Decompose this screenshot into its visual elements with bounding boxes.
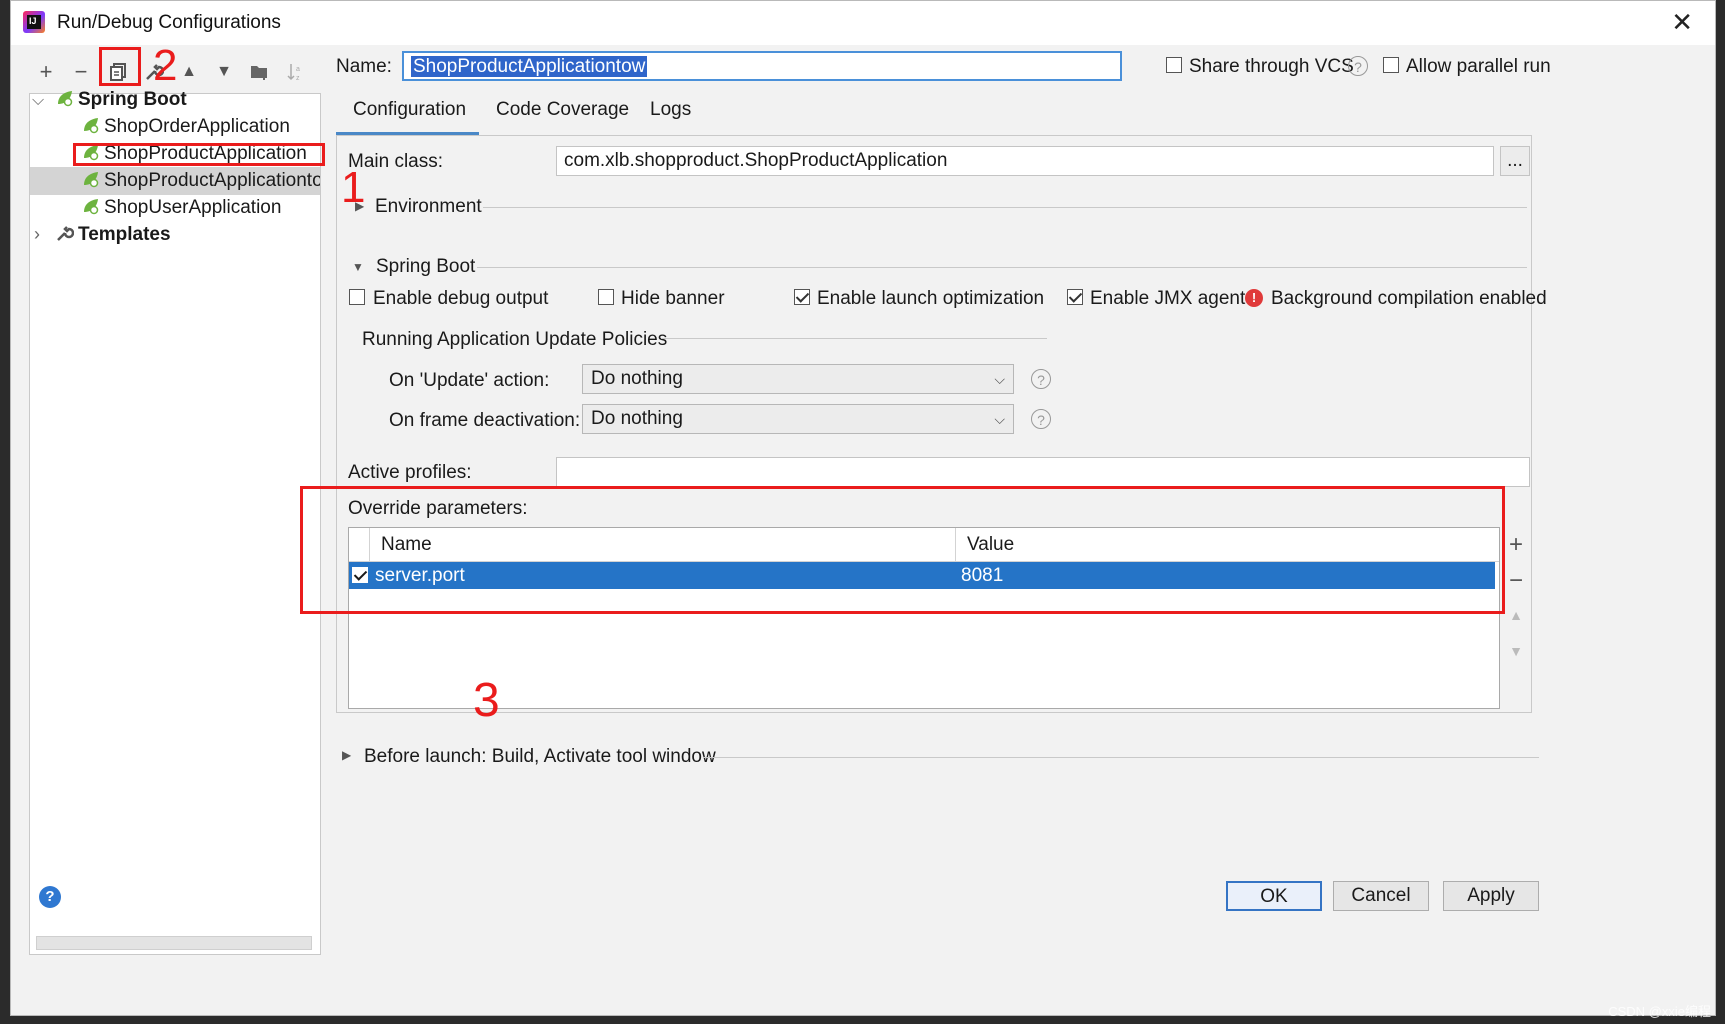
tree-scrollbar[interactable] bbox=[36, 936, 312, 950]
on-update-value: Do nothing bbox=[591, 368, 683, 389]
tree-item-label: ShopUserApplication bbox=[104, 197, 282, 218]
config-tree[interactable]: ⌵ Spring Boot ShopOrderApplication ShopP… bbox=[29, 89, 321, 955]
wrench-icon bbox=[57, 226, 74, 241]
divider bbox=[703, 757, 1539, 758]
hide-banner-checkbox[interactable] bbox=[598, 289, 614, 305]
tree-item-shop-product-tow[interactable]: ShopProductApplicationtow bbox=[30, 167, 320, 195]
annotation-number-2: 2 bbox=[153, 41, 178, 90]
annotation-box-3 bbox=[300, 486, 1505, 614]
annotation-box-2 bbox=[99, 47, 141, 86]
tree-group-templates[interactable]: Templates bbox=[56, 221, 171, 249]
share-vcs-checkbox[interactable] bbox=[1166, 57, 1182, 73]
divider bbox=[483, 207, 1527, 208]
help-button[interactable]: ? bbox=[39, 886, 61, 908]
add-config-button[interactable]: + bbox=[31, 57, 61, 87]
share-vcs-label: Share through VCS bbox=[1189, 56, 1354, 77]
hide-banner-label: Hide banner bbox=[621, 288, 725, 309]
move-row-down-button[interactable]: ▼ bbox=[1506, 643, 1526, 659]
svg-text:a: a bbox=[296, 66, 300, 73]
help-icon[interactable]: ? bbox=[1348, 56, 1368, 76]
tab-logs[interactable]: Logs bbox=[650, 99, 691, 121]
sort-icon: a z bbox=[287, 64, 300, 82]
run-debug-dialog: IJ Run/Debug Configurations ✕ + − ▲ ▼ a … bbox=[10, 0, 1716, 1016]
active-profiles-field[interactable] bbox=[556, 457, 1530, 487]
allow-parallel-checkbox[interactable] bbox=[1383, 57, 1399, 73]
add-row-button[interactable]: + bbox=[1506, 531, 1526, 559]
cancel-button[interactable]: Cancel bbox=[1333, 881, 1429, 911]
chevron-down-icon: ⌵ bbox=[994, 371, 1005, 387]
chevron-down-icon[interactable]: ⌵ bbox=[32, 92, 44, 110]
collapse-icon[interactable]: ▼ bbox=[352, 260, 364, 274]
folder-icon bbox=[251, 66, 267, 80]
move-down-button[interactable]: ▼ bbox=[209, 57, 239, 87]
help-icon[interactable]: ? bbox=[1031, 369, 1051, 389]
remove-row-button[interactable]: − bbox=[1506, 567, 1526, 595]
tree-item-label: ShopOrderApplication bbox=[104, 116, 290, 137]
name-value: ShopProductApplicationtow bbox=[411, 56, 648, 77]
watermark: CSDN @xxie编程 bbox=[1608, 1004, 1711, 1019]
annotation-box-1 bbox=[73, 143, 325, 166]
spring-boot-icon bbox=[84, 171, 99, 188]
intellij-logo-icon: IJ bbox=[23, 11, 45, 33]
spring-boot-icon bbox=[84, 198, 99, 215]
update-policies-label: Running Application Update Policies bbox=[362, 329, 668, 350]
title-bar: IJ Run/Debug Configurations ✕ bbox=[11, 1, 1715, 45]
on-frame-value: Do nothing bbox=[591, 408, 683, 429]
enable-jmx-agent-checkbox[interactable] bbox=[1067, 289, 1083, 305]
svg-text:z: z bbox=[296, 75, 300, 82]
browse-button[interactable]: ... bbox=[1500, 146, 1530, 176]
remove-config-button[interactable]: − bbox=[66, 57, 96, 87]
name-field[interactable]: ShopProductApplicationtow bbox=[402, 51, 1122, 81]
name-label: Name: bbox=[336, 56, 392, 77]
enable-launch-optimization-checkbox[interactable] bbox=[794, 289, 810, 305]
tree-templates-label: Templates bbox=[78, 224, 171, 245]
window-title: Run/Debug Configurations bbox=[57, 12, 281, 33]
environment-label[interactable]: Environment bbox=[375, 196, 482, 218]
on-update-label: On 'Update' action: bbox=[389, 370, 550, 391]
apply-button[interactable]: Apply bbox=[1443, 881, 1539, 911]
help-icon[interactable]: ? bbox=[1031, 409, 1051, 429]
tree-item-shop-order[interactable]: ShopOrderApplication bbox=[82, 113, 290, 141]
main-class-field[interactable]: com.xlb.shopproduct.ShopProductApplicati… bbox=[556, 146, 1494, 176]
ok-button[interactable]: OK bbox=[1226, 881, 1322, 911]
error-icon: ! bbox=[1245, 289, 1263, 307]
move-up-button[interactable]: ▲ bbox=[174, 57, 204, 87]
active-profiles-label: Active profiles: bbox=[348, 462, 472, 483]
move-to-folder-button[interactable] bbox=[245, 57, 275, 87]
enable-launch-optimization-label: Enable launch optimization bbox=[817, 288, 1045, 309]
divider bbox=[661, 338, 1047, 339]
move-row-up-button[interactable]: ▲ bbox=[1506, 607, 1526, 623]
chevron-right-icon[interactable]: › bbox=[34, 224, 40, 245]
allow-parallel-label: Allow parallel run bbox=[1406, 56, 1551, 77]
tree-group-label: Spring Boot bbox=[78, 89, 187, 110]
expand-icon[interactable]: ▶ bbox=[342, 748, 351, 762]
background-compilation-label: Background compilation enabled bbox=[1271, 288, 1547, 309]
before-launch-label[interactable]: Before launch: Build, Activate tool wind… bbox=[364, 746, 716, 768]
on-update-select[interactable]: Do nothing ⌵ bbox=[582, 364, 1014, 394]
spring-boot-icon bbox=[84, 117, 99, 134]
on-frame-select[interactable]: Do nothing ⌵ bbox=[582, 404, 1014, 434]
enable-debug-output-checkbox[interactable] bbox=[349, 289, 365, 305]
enable-debug-output-label: Enable debug output bbox=[373, 288, 549, 309]
annotation-number-1: 1 bbox=[341, 163, 366, 212]
enable-jmx-agent-label: Enable JMX agent bbox=[1090, 288, 1246, 309]
spring-boot-section-label[interactable]: Spring Boot bbox=[376, 256, 475, 278]
divider bbox=[477, 267, 1527, 268]
chevron-down-icon: ⌵ bbox=[994, 411, 1005, 427]
spring-boot-icon bbox=[58, 90, 73, 107]
tree-item-shop-user[interactable]: ShopUserApplication bbox=[82, 194, 281, 222]
sort-button[interactable]: a z bbox=[281, 57, 311, 87]
annotation-number-3: 3 bbox=[473, 674, 500, 727]
tree-item-label: ShopProductApplicationtow bbox=[104, 170, 320, 191]
tab-code-coverage[interactable]: Code Coverage bbox=[496, 99, 629, 121]
tab-configuration[interactable]: Configuration bbox=[353, 99, 466, 121]
close-icon[interactable]: ✕ bbox=[1671, 7, 1693, 38]
on-frame-label: On frame deactivation: bbox=[389, 410, 581, 431]
